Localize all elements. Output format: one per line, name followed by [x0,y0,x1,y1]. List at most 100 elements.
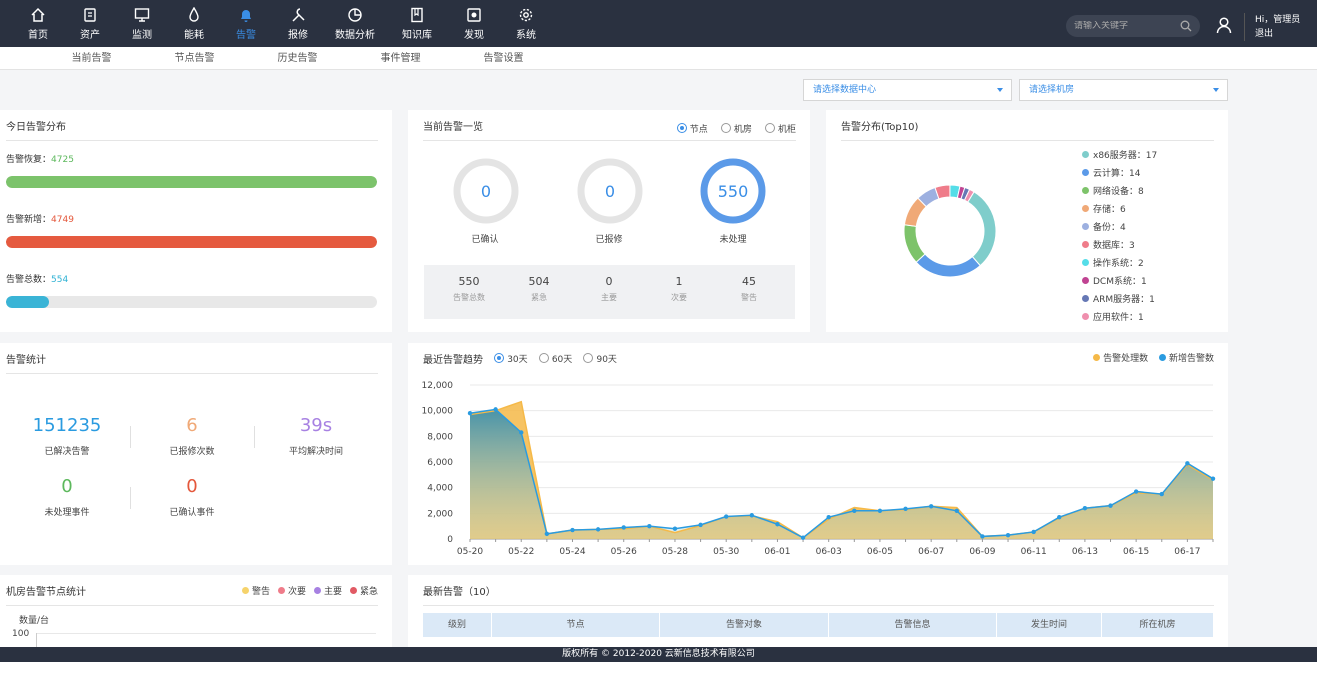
legend-item[interactable]: 数据库：3 [1082,238,1135,251]
panel-title: 当前告警一览 [423,122,483,133]
nav-item-analysis[interactable]: 数据分析 [324,0,386,47]
nav-label: 首页 [28,30,48,41]
data-point[interactable] [749,513,755,518]
nav-item-home[interactable]: 首页 [12,0,64,47]
data-point[interactable] [519,430,524,435]
legend-item[interactable]: 备份：4 [1082,220,1126,233]
subnav-history-alarm[interactable]: 历史告警 [246,47,349,69]
data-point[interactable] [954,508,959,513]
data-point[interactable] [877,508,883,513]
subnav-event-manage[interactable]: 事件管理 [349,47,452,69]
data-point[interactable] [800,535,806,540]
radio-cabinet[interactable]: 机柜 [764,122,796,135]
gear-icon [517,6,535,24]
data-point[interactable] [595,527,601,532]
data-point[interactable] [1133,489,1139,494]
donut-slice[interactable] [903,224,926,263]
legend-item[interactable]: 主要 [313,587,342,597]
data-point[interactable] [1031,529,1036,535]
data-point[interactable] [544,531,550,537]
nav-item-alarm[interactable]: 告警 [220,0,272,47]
col-level[interactable]: 级别 [423,613,492,637]
search-box[interactable] [1066,15,1200,37]
data-point[interactable] [775,522,780,527]
data-point[interactable] [647,523,652,529]
nav-item-discover[interactable]: 发现 [448,0,500,47]
recover-bar [6,176,377,188]
subnav-current-alarm[interactable]: 当前告警 [40,47,143,69]
asset-icon [81,6,99,24]
data-point[interactable] [1210,476,1216,481]
data-point[interactable] [570,527,575,533]
subnav-node-alarm[interactable]: 节点告警 [143,47,246,69]
radio-node[interactable]: 节点 [676,122,708,135]
nav-item-knowledge[interactable]: 知识库 [386,0,448,47]
legend-item[interactable]: DCM系统：1 [1082,274,1147,287]
nav-label: 系统 [516,30,536,41]
reported-label: 已报修 [595,235,623,245]
stats-panel: 告警统计 151235 已解决告警 6 已报修次数 39s 平均解决时间 0 未处理事件… [0,343,392,565]
alarm-table-header: 级别 节点 告警对象 告警信息 发生时间 所在机房 [423,613,1213,637]
nav-item-asset[interactable]: 资产 [64,0,116,47]
data-point[interactable] [852,508,857,513]
user-icon[interactable] [1216,16,1232,38]
data-point[interactable] [1185,461,1190,466]
radio-90-days[interactable]: 90天 [583,352,617,365]
data-point[interactable] [1159,491,1164,497]
data-point[interactable] [467,411,473,416]
divider [423,605,1214,606]
col-room[interactable]: 所在机房 [1102,613,1213,637]
legend-item[interactable]: x86服务器：17 [1082,148,1157,161]
legend-item[interactable]: 应用软件：1 [1082,310,1144,323]
legend-item[interactable]: 警告 [241,587,270,597]
donut-slice[interactable] [967,191,997,267]
data-point[interactable] [672,526,678,531]
search-icon[interactable] [1180,17,1192,36]
data-point[interactable] [826,514,831,520]
col-node[interactable]: 节点 [492,613,660,637]
nav-item-system[interactable]: 系统 [500,0,552,47]
alarm-summary-box: 550 告警总数 504 紧急 0 主要 1 次要 45 警告 [424,265,795,319]
data-point[interactable] [980,534,985,539]
legend-item[interactable]: 存储：6 [1082,202,1126,215]
data-point[interactable] [1057,514,1062,520]
x-tick-label: 05-20 [457,547,483,557]
new-value: 4749 [51,215,74,225]
footer-copyright: 版权所有 © 2012-2020 云新信息技术有限公司 [0,647,1317,662]
latest-alarm-panel: 最新告警（10） 级别 节点 告警对象 告警信息 发生时间 所在机房 [408,575,1228,647]
legend-item[interactable]: 紧急 [349,587,378,597]
col-info[interactable]: 告警信息 [829,613,997,637]
radio-60-days[interactable]: 60天 [538,352,572,365]
nav-item-energy[interactable]: 能耗 [168,0,220,47]
subnav-alarm-settings[interactable]: 告警设置 [452,47,555,69]
x-tick-label: 06-13 [1072,547,1098,557]
data-point[interactable] [928,504,934,509]
data-point[interactable] [1005,532,1011,538]
radio-room[interactable]: 机房 [720,122,752,135]
today-alarm-panel: 今日告警分布 告警恢复：4725 告警新增：4749 告警总数：554 [0,110,392,332]
nav-item-repair[interactable]: 报修 [272,0,324,47]
legend-item[interactable]: 云计算：14 [1082,166,1140,179]
col-time[interactable]: 发生时间 [997,613,1102,637]
legend-item[interactable]: 操作系统：2 [1082,256,1144,269]
data-point[interactable] [1082,506,1088,511]
legend-item[interactable]: 网络设备：8 [1082,184,1144,197]
datacenter-select[interactable]: 请选择数据中心 [803,79,1012,101]
radio-30-days[interactable]: 30天 [494,352,528,365]
nav-item-monitor[interactable]: 监测 [116,0,168,47]
donut-slice[interactable] [915,253,981,278]
col-object[interactable]: 告警对象 [660,613,829,637]
recover-value: 4725 [51,155,74,165]
page-edge [1317,0,1325,679]
room-select[interactable]: 请选择机房 [1019,79,1228,101]
data-point[interactable] [621,525,626,530]
search-input[interactable] [1074,21,1174,31]
data-point[interactable] [493,407,498,412]
data-point[interactable] [698,522,703,528]
logout-link[interactable]: 退出 [1255,27,1300,41]
legend-item[interactable]: 次要 [277,587,306,597]
legend-item[interactable]: ARM服务器：1 [1082,292,1155,305]
data-point[interactable] [724,514,729,519]
data-point[interactable] [1108,503,1113,508]
data-point[interactable] [903,506,908,512]
